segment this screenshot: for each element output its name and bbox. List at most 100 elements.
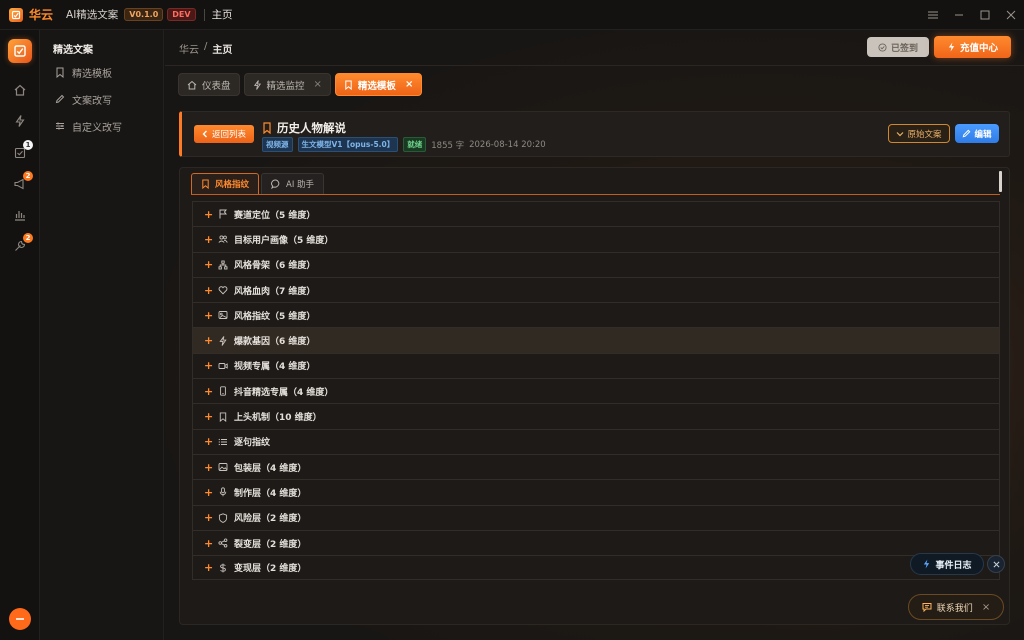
shield-icon [218,513,228,523]
app-logo-icon [9,7,23,22]
breadcrumb-separator: / [204,41,208,52]
expand-plus-icon: + [204,258,214,272]
accordion-row[interactable]: + 逐句指纹 [192,428,1000,454]
dollar-icon [220,563,226,573]
expand-plus-icon: + [204,561,214,575]
env-badge: DEV [167,8,196,21]
accordion-label: 制作层（4 维度） [234,488,307,499]
header-divider [165,65,1024,66]
rail-megaphone-icon[interactable]: 2 [10,171,33,194]
rail-wrench-icon[interactable]: 2 [10,233,33,256]
tab-monitor[interactable]: 精选监控 × [243,73,331,96]
document-meta: 视频源 生文模型V1【opus-5.0】 就绪 1855 字 2026-08-1… [262,137,546,152]
tab-dashboard[interactable]: 仪表盘 [178,73,240,96]
accordion-label: 抖音精选专属（4 维度） [234,387,334,398]
tab-label: 精选监控 [266,80,305,92]
rail-check-square-icon[interactable]: 1 [10,140,33,163]
edit-icon [55,94,65,104]
page-tabs: 仪表盘 精选监控 × 精选模板 × [178,73,423,96]
accordion-row[interactable]: + 抖音精选专属（4 维度） [192,378,1000,404]
recharge-button[interactable]: 充值中心 [934,36,1011,58]
main-content: 华云 / 主页 已签到 充值中心 仪表盘 精选监控 × 精选模板 × 返回列表 [165,30,1024,640]
close-icon[interactable] [987,555,1005,573]
accordion-row[interactable]: + 包装层（4 维度） [192,453,1000,480]
accordion-row[interactable]: + 风格骨架（6 维度） [192,251,1000,277]
edit-icon [963,129,971,138]
rail-logo-icon[interactable] [8,39,32,63]
source-tag: 视频源 [262,137,293,152]
back-label: 返回列表 [211,130,246,140]
accordion-row[interactable]: + 目标用户画像（5 维度） [192,226,1000,252]
app-name: AI精选文案 [66,9,119,21]
document-title-text: 历史人物解说 [277,121,346,135]
edit-button[interactable]: 编辑 [955,124,999,143]
rail-home-icon[interactable] [10,80,30,100]
close-icon[interactable]: × [982,602,990,613]
scrollbar-thumb[interactable] [999,171,1002,192]
lightning-icon [253,79,261,90]
image-frame-icon [218,311,228,320]
chat-bubble-icon [271,179,280,189]
bookmark-icon [202,179,209,189]
menu-icon[interactable] [920,0,946,30]
breadcrumb-root[interactable]: 华云 [179,41,199,56]
accordion-row[interactable]: + 风格指纹（5 维度） [192,302,1000,328]
expand-plus-icon: + [204,384,214,398]
rail-bar-chart-icon[interactable] [10,205,30,225]
accordion-row[interactable]: + 变现层（2 维度） [192,555,1000,581]
original-text-button[interactable]: 原始文案 [888,124,950,143]
sidebar-title: 精选文案 [53,45,93,56]
chevron-down-icon [897,131,904,136]
expand-plus-icon: + [204,410,214,424]
sidebar-item-label: 文案改写 [72,95,112,107]
expand-plus-icon: + [204,308,214,322]
sidebar-item-templates[interactable]: 精选模板 [55,64,112,80]
accordion-row[interactable]: + 风险层（2 维度） [192,504,1000,530]
minimize-icon[interactable] [946,0,972,30]
edit-label: 编辑 [974,129,992,140]
sidebar-item-custom-rewrite[interactable]: 自定义改写 [55,118,122,134]
rail-lightning-icon[interactable] [10,111,30,131]
breadcrumb: 华云 / 主页 [179,41,232,56]
tab-templates[interactable]: 精选模板 × [334,73,423,96]
expand-plus-icon: + [204,460,214,474]
tab-close-icon[interactable]: × [314,79,322,90]
tab-style-fingerprint[interactable]: 风格指纹 [191,173,260,194]
hierarchy-icon [218,260,228,270]
expand-plus-icon: + [204,207,214,221]
bookmark-icon [345,79,352,90]
accordion-row[interactable]: + 赛道定位（5 维度） [192,201,1000,227]
back-to-list-button[interactable]: 返回列表 [194,125,254,143]
accordion-label: 风格骨架（6 维度） [234,261,316,272]
sidebar-item-rewrite[interactable]: 文案改写 [55,91,112,107]
accordion-label: 爆款基因（6 维度） [234,337,316,348]
event-log-button[interactable]: 事件日志 [910,553,984,575]
accordion-label: 风险层（2 维度） [234,514,307,525]
signed-label: 已签到 [890,43,918,54]
maximize-icon[interactable] [972,0,998,30]
accordion-row[interactable]: + 裂变层（2 维度） [192,529,1000,556]
bookmark-icon [263,122,271,134]
video-icon [218,362,228,369]
tab-ai-assistant[interactable]: AI 助手 [261,173,325,194]
accordion-row[interactable]: + 上头机制（10 维度） [192,403,1000,429]
rail-badge: 2 [23,171,33,181]
tab-close-icon[interactable]: × [405,79,413,90]
close-window-icon[interactable] [998,0,1024,30]
accordion-row[interactable]: + 制作层（4 维度） [192,479,1000,505]
title-divider [203,8,205,21]
current-page-title: 主页 [211,9,233,21]
picture-icon [218,463,228,472]
collapse-icon[interactable] [9,608,31,630]
contact-us-button[interactable]: 联系我们 × [908,594,1004,620]
document-title: 历史人物解说 [262,120,346,136]
signed-in-button[interactable]: 已签到 [867,37,929,57]
section-accordion: + 赛道定位（5 维度） + 目标用户画像（5 维度） + 风格骨架（6 维度）… [192,201,1000,581]
accordion-row[interactable]: + 视频专属（4 维度） [192,352,1000,379]
accordion-row[interactable]: + 爆款基因（6 维度） [192,327,1000,353]
expand-plus-icon: + [204,359,214,373]
model-tag: 生文模型V1【opus-5.0】 [297,137,399,152]
accordion-label: 目标用户画像（5 维度） [234,235,334,246]
accordion-row[interactable]: + 风格血肉（7 维度） [192,276,1000,303]
timestamp: 2026-08-14 20:20 [469,139,546,150]
